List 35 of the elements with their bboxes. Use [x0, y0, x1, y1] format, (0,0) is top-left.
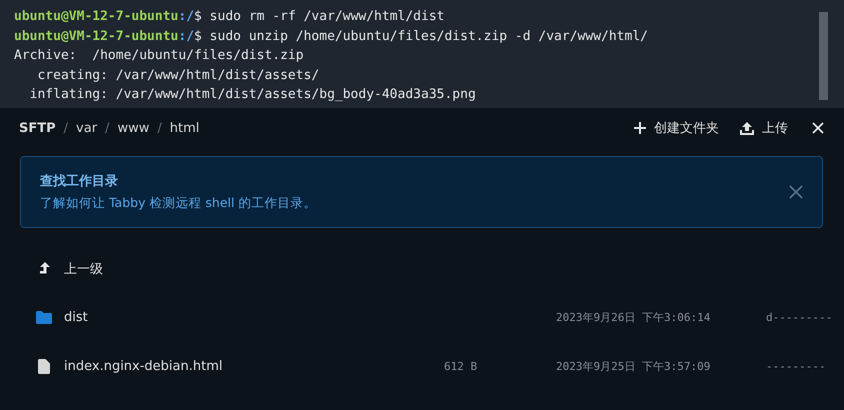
- entry-name[interactable]: 上一级: [64, 260, 444, 278]
- close-icon[interactable]: [788, 184, 804, 200]
- breadcrumb-link[interactable]: www: [117, 120, 150, 136]
- folder-icon: [36, 311, 52, 324]
- breadcrumb-separator: /: [64, 120, 68, 136]
- scrollbar[interactable]: [819, 12, 828, 100]
- plus-icon: [633, 121, 647, 135]
- file-size: 612 B: [444, 360, 478, 373]
- modified-date: 2023年9月26日 下午3:06:14: [556, 311, 710, 324]
- entry-name[interactable]: dist: [64, 310, 444, 326]
- breadcrumb-link[interactable]: var: [76, 120, 98, 136]
- output-line: creating: /var/www/html/dist/assets/: [36, 68, 320, 82]
- prompt-path: :/: [178, 9, 194, 24]
- permissions: ---------: [766, 360, 826, 373]
- permissions: d---------: [766, 311, 832, 324]
- breadcrumb-separator: /: [157, 120, 162, 136]
- breadcrumb-link[interactable]: html: [170, 120, 200, 136]
- breadcrumb-link[interactable]: SFTP: [19, 120, 56, 136]
- close-button[interactable]: [812, 122, 824, 134]
- alert-message: 了解如何让 Tabby 检测远程 shell 的工作目录。: [40, 195, 316, 212]
- command-text: $ sudo rm -rf /var/www/html/dist: [194, 9, 444, 24]
- output-line: inflating: /var/www/html/dist/assets/bg_body-40ad3a35.png: [28, 87, 476, 102]
- breadcrumb-separator: /: [105, 120, 110, 136]
- prompt-path: :/: [178, 28, 194, 44]
- modified-date: 2023年9月25日 下午3:57:09: [556, 360, 710, 373]
- entry-name[interactable]: index.nginx-debian.html: [64, 358, 444, 374]
- upload-icon: [739, 120, 755, 136]
- prompt-user: ubuntu@VM-12-7-ubuntu: [14, 9, 178, 24]
- output-line: Archive: /home/ubuntu/files/dist.zip: [14, 48, 304, 63]
- upload-button[interactable]: 上传: [739, 119, 788, 137]
- file-icon: [36, 358, 52, 374]
- new-folder-button[interactable]: 创建文件夹: [633, 119, 719, 137]
- command-text: $ sudo unzip /home/ubuntu/files/dist.zip -d /var/www/html/: [194, 28, 648, 44]
- alert-title: 查找工作目录: [40, 173, 119, 190]
- prompt-user: ubuntu@VM-12-7-ubuntu: [14, 28, 178, 44]
